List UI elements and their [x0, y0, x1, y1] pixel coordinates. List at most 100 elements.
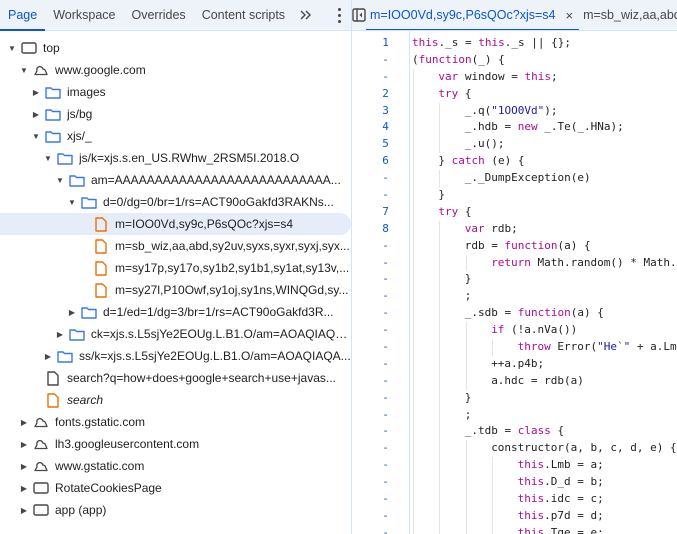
indent-guide: [439, 474, 441, 492]
tree-item[interactable]: ▶ ss/k=xjs.s.L5sjYe2EOUg.L.B1.O/am=AOAQIA…: [0, 345, 351, 367]
tree-item[interactable]: ▶ app (app): [0, 499, 351, 521]
tree-item[interactable]: m=IOO0Vd,sy9c,P6sQOc?xjs=s4: [0, 213, 351, 235]
close-tab-icon[interactable]: ×: [566, 8, 574, 23]
tree-item-label: m=sy17p,sy17o,sy1b2,sy1b1,sy1at,sy13v,..…: [115, 261, 350, 275]
cloud-icon: [33, 63, 49, 77]
code-line: this.Tge = e;: [412, 524, 677, 534]
code-keyword: function: [504, 238, 558, 252]
code-text: {: [458, 86, 472, 100]
expand-arrow-down-icon[interactable]: ▼: [54, 176, 66, 185]
tree-item-label: m=sy27l,P10Owf,sy1oj,sy1ns,WINQGd,sy...: [115, 283, 349, 297]
indent-guide: [413, 187, 414, 204]
tree-item-label: www.google.com: [55, 63, 146, 77]
tree-item[interactable]: m=sy27l,P10Owf,sy1oj,sy1ns,WINQGd,sy...: [0, 279, 351, 301]
tree-item[interactable]: ▶ lh3.googleusercontent.com: [0, 433, 351, 455]
tab-overrides[interactable]: Overrides: [124, 0, 194, 30]
tree-item[interactable]: search?q=how+does+google+search+use+java…: [0, 367, 351, 389]
tree-item[interactable]: ▶ images: [0, 81, 351, 103]
code-text: (a) {: [570, 306, 604, 320]
tree-item-label: www.gstatic.com: [55, 459, 145, 473]
tree-item-label: search: [67, 393, 104, 407]
code-line: this.Lmb = a;: [412, 457, 677, 475]
tree-item[interactable]: ▶ fonts.gstatic.com: [0, 411, 351, 433]
frame-icon: [21, 41, 37, 55]
expand-arrow-right-icon[interactable]: ▶: [18, 440, 30, 449]
code-line: a.hdc = rdb(a): [412, 372, 677, 390]
code-keyword: this: [517, 458, 545, 472]
tree-item[interactable]: ▶ ck=xjs.s.L5sjYe2EOUg.L.B1.O/am=AOAQIAQA…: [0, 323, 351, 345]
expand-arrow-down-icon[interactable]: ▼: [30, 132, 42, 141]
expand-arrow-down-icon[interactable]: ▼: [18, 66, 30, 75]
toggle-navigator-button[interactable]: [352, 0, 366, 30]
expand-arrow-right-icon[interactable]: ▶: [66, 308, 78, 317]
line-number: -: [382, 390, 389, 404]
code-text: _.Te(_.HNa);: [537, 120, 624, 134]
code-line: }: [412, 389, 677, 407]
expand-arrow-right-icon[interactable]: ▶: [54, 330, 66, 339]
expand-arrow-right-icon[interactable]: ▶: [42, 352, 54, 361]
editor-tab-active[interactable]: m=IOO0Vd,sy9c,P6sQOc?xjs=s4 ×: [366, 0, 580, 30]
indent-guide: [413, 220, 414, 238]
code-text: (a) {: [557, 238, 591, 252]
code-editor[interactable]: 1--23456--78------------------ this._s =…: [352, 31, 677, 534]
expand-arrow-right-icon[interactable]: ▶: [30, 110, 42, 119]
code-line: _.sdb = function(a) {: [412, 305, 677, 323]
tree-item[interactable]: ▼ top: [0, 37, 351, 59]
expand-arrow-right-icon[interactable]: ▶: [18, 462, 30, 471]
tree-item[interactable]: ▶ RotateCookiesPage: [0, 477, 351, 499]
code-text: }: [438, 188, 446, 202]
tree-item[interactable]: ▼ d=0/dg=0/br=1/rs=ACT90oGakfd3RAKNs...: [0, 191, 351, 213]
tree-item[interactable]: m=sy17p,sy17o,sy1b2,sy1b1,sy1at,sy13v,..…: [0, 257, 351, 279]
expand-arrow-down-icon[interactable]: ▼: [42, 154, 54, 163]
tree-item[interactable]: ▼ www.google.com: [0, 59, 351, 81]
line-number: -: [382, 323, 389, 337]
line-number: -: [382, 306, 389, 320]
tree-item[interactable]: ▼ xjs/_: [0, 125, 351, 147]
code-line: this.p7d = d;: [412, 507, 677, 525]
expand-arrow-down-icon[interactable]: ▼: [6, 44, 18, 53]
indent-guide: [439, 524, 441, 534]
folder-icon: [69, 173, 85, 187]
indent-guide: [492, 507, 494, 525]
code-keyword: var: [464, 221, 485, 235]
code-text: (_) {: [471, 52, 505, 66]
tree-item[interactable]: ▼ js/k=xjs.s.en_US.RWhw_2RSM5I.2018.O: [0, 147, 351, 169]
code-text: (e) {: [484, 154, 525, 168]
code-line: this._s = this._s || {};: [412, 35, 677, 52]
tree-item[interactable]: ▶ js/bg: [0, 103, 351, 125]
tree-item[interactable]: search: [0, 389, 351, 411]
tree-item-label: xjs/_: [67, 129, 92, 143]
code-line: _.hdb = new _.Te(_.HNa);: [412, 119, 677, 137]
code-text: .idc = c;: [544, 492, 604, 506]
expand-arrow-down-icon[interactable]: ▼: [66, 198, 78, 207]
tree-item[interactable]: m=sb_wiz,aa,abd,sy2uv,syxs,syxr,syxj,syx…: [0, 235, 351, 257]
code-line: ++a.p4b;: [412, 355, 677, 373]
code-text: ._s || {};: [504, 36, 571, 49]
tree-item[interactable]: ▶ www.gstatic.com: [0, 455, 351, 477]
more-tabs-button[interactable]: [293, 0, 319, 30]
indent-guide: [413, 119, 414, 137]
expand-arrow-right-icon[interactable]: ▶: [18, 506, 30, 515]
code-lines: this._s = this._s || {}; (function(_) {va…: [412, 35, 677, 534]
tab-page[interactable]: Page: [0, 0, 46, 31]
code-keyword: this: [517, 492, 545, 506]
code-text: + a.Lm: [630, 340, 677, 354]
code-keyword: new: [517, 120, 538, 134]
more-options-button[interactable]: [338, 0, 341, 30]
tab-content-scripts[interactable]: Content scripts: [194, 0, 293, 30]
line-number: -: [382, 238, 389, 252]
line-number: -: [382, 188, 389, 202]
tab-workspace[interactable]: Workspace: [45, 0, 123, 30]
expand-arrow-right-icon[interactable]: ▶: [30, 88, 42, 97]
tree-item[interactable]: ▶ d=1/ed=1/dg=3/br=1/rs=ACT90oGakfd3R...: [0, 301, 351, 323]
tree-item[interactable]: ▼ am=AAAAAAAAAAAAAAAAAAAAAAAAAAA...: [0, 169, 351, 191]
indent-guide: [413, 491, 414, 508]
code-text: _.tdb =: [464, 424, 518, 438]
folder-icon: [81, 195, 97, 209]
editor-tab[interactable]: m=sb_wiz,aa,abd: [579, 0, 677, 30]
expand-arrow-right-icon[interactable]: ▶: [18, 484, 30, 493]
indent-guide: [413, 372, 414, 390]
expand-arrow-right-icon[interactable]: ▶: [18, 418, 30, 427]
indent-guide: [413, 524, 414, 534]
code-line: _.q("1OO0Vd");: [412, 102, 677, 120]
